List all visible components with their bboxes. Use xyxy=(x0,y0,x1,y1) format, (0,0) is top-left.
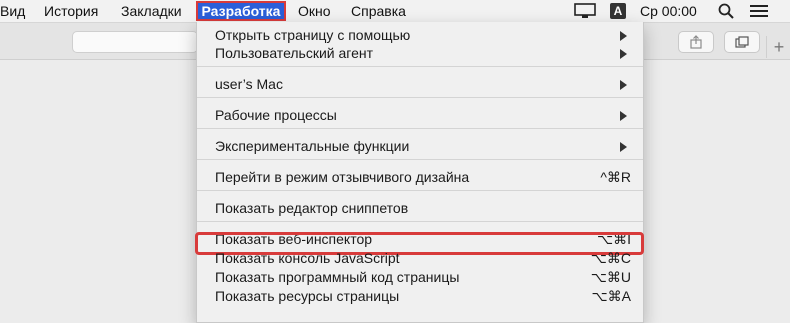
menu-window[interactable]: Окно xyxy=(298,0,331,22)
menu-help[interactable]: Справка xyxy=(351,0,406,22)
menu-item-experimental-features[interactable]: Экспериментальные функции xyxy=(197,136,643,156)
new-tab-button[interactable]: + xyxy=(766,36,790,58)
submenu-arrow-icon xyxy=(620,31,627,41)
share-icon xyxy=(690,35,702,49)
menu-item-label: Экспериментальные функции xyxy=(215,138,410,154)
search-icon[interactable] xyxy=(718,0,736,22)
menu-bar: Вид История Закладки Разработка Окно Спр… xyxy=(0,0,790,23)
tabs-icon xyxy=(735,36,749,48)
menu-separator xyxy=(197,221,643,222)
menu-item-user-agent[interactable]: Пользовательский агент xyxy=(197,43,643,63)
address-bar[interactable] xyxy=(72,31,198,53)
menu-separator xyxy=(197,128,643,129)
menu-item-label: Перейти в режим отзывчивого дизайна xyxy=(215,169,470,185)
menu-item-page-source[interactable]: Показать программный код страницы ⌥⌘U xyxy=(197,267,643,287)
menu-item-label: Показать программный код страницы xyxy=(215,269,460,285)
menu-item-shortcut: ^⌘R xyxy=(600,169,631,185)
submenu-arrow-icon xyxy=(620,142,627,152)
menu-item-label: Пользовательский агент xyxy=(215,45,374,61)
menu-bookmarks[interactable]: Закладки xyxy=(121,0,182,22)
menu-item-label: Показать веб-инспектор xyxy=(215,231,373,247)
submenu-arrow-icon xyxy=(620,111,627,121)
display-icon[interactable] xyxy=(574,0,596,22)
menu-develop[interactable]: Разработка xyxy=(196,1,286,21)
menu-item-label: user’s Mac xyxy=(215,76,283,92)
menu-history[interactable]: История xyxy=(44,0,98,22)
menu-item-shortcut: ⌥⌘I xyxy=(596,231,631,247)
menu-item-shortcut: ⌥⌘U xyxy=(590,269,631,285)
menu-separator xyxy=(197,159,643,160)
share-button[interactable] xyxy=(678,31,714,53)
tab-overview-button[interactable] xyxy=(724,31,760,53)
menu-item-workers[interactable]: Рабочие процессы xyxy=(197,105,643,125)
menu-separator xyxy=(197,97,643,98)
list-icon[interactable] xyxy=(750,0,772,22)
menu-item-label: Открыть страницу с помощью xyxy=(215,27,411,43)
menu-item-snippet-editor[interactable]: Показать редактор сниппетов xyxy=(197,198,643,218)
menu-item-javascript-console[interactable]: Показать консоль JavaScript ⌥⌘C xyxy=(197,248,643,268)
menu-separator xyxy=(197,190,643,191)
menu-item-label: Показать консоль JavaScript xyxy=(215,250,400,266)
menu-view[interactable]: Вид xyxy=(0,0,25,22)
menu-item-users-mac[interactable]: user’s Mac xyxy=(197,74,643,94)
submenu-arrow-icon xyxy=(620,80,627,90)
menubar-clock[interactable]: Ср 00:00 xyxy=(640,0,697,22)
menu-item-web-inspector[interactable]: Показать веб-инспектор ⌥⌘I xyxy=(197,229,643,249)
menu-item-label: Рабочие процессы xyxy=(215,107,337,123)
develop-menu: Открыть страницу с помощью Пользовательс… xyxy=(195,22,644,323)
menu-item-responsive-design-mode[interactable]: Перейти в режим отзывчивого дизайна ^⌘R xyxy=(197,167,643,187)
input-source-indicator[interactable]: A xyxy=(610,3,626,19)
submenu-arrow-icon xyxy=(620,49,627,59)
menu-item-shortcut: ⌥⌘A xyxy=(591,288,631,304)
menu-separator xyxy=(197,66,643,67)
menu-item-open-page-with[interactable]: Открыть страницу с помощью xyxy=(197,25,643,45)
menu-item-shortcut: ⌥⌘C xyxy=(590,250,631,266)
menu-item-label: Показать редактор сниппетов xyxy=(215,200,409,216)
menu-item-page-resources[interactable]: Показать ресурсы страницы ⌥⌘A xyxy=(197,286,643,306)
menu-item-label: Показать ресурсы страницы xyxy=(215,288,400,304)
